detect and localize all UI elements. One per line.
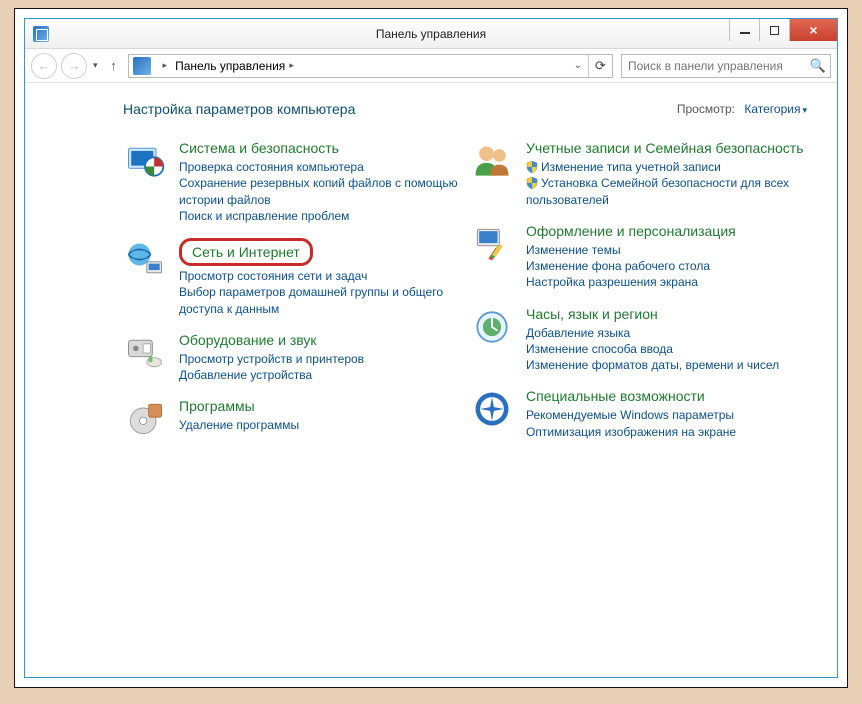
up-button[interactable]: ↑ (104, 56, 124, 76)
minimize-button[interactable] (729, 19, 759, 41)
category-system-title[interactable]: Система и безопасность (179, 139, 339, 157)
category-hardware-title[interactable]: Оборудование и звук (179, 331, 317, 349)
link-clock-2[interactable]: Изменение форматов даты, времени и чисел (526, 357, 807, 373)
search-icon[interactable]: 🔍 (806, 58, 830, 74)
link-ease-0[interactable]: Рекомендуемые Windows параметры (526, 407, 807, 423)
link-system-2[interactable]: Поиск и исправление проблем (179, 208, 460, 224)
link-programs-0[interactable]: Удаление программы (179, 417, 460, 433)
programs-icon (123, 397, 167, 441)
network-icon (123, 238, 167, 282)
link-network-1[interactable]: Выбор параметров домашней группы и общег… (179, 284, 460, 316)
category-clock: Часы, язык и регион Добавление языка Изм… (470, 305, 807, 374)
navbar: ← → ▾ ↑ ▸ Панель управления▸ ⌄ ⟳ 🔍 (25, 49, 837, 83)
app-icon (33, 26, 49, 42)
hardware-icon (123, 331, 167, 375)
category-ease-title[interactable]: Специальные возможности (526, 387, 705, 405)
window-title: Панель управления (376, 27, 486, 41)
titlebar: Панель управления × (25, 19, 837, 49)
category-network: Сеть и Интернет Просмотр состояния сети … (123, 238, 460, 317)
system-icon (123, 139, 167, 183)
category-system: Система и безопасность Проверка состояни… (123, 139, 460, 224)
address-bar[interactable]: ▸ Панель управления▸ ⌄ ⟳ (128, 54, 613, 78)
category-ease: Специальные возможности Рекомендуемые Wi… (470, 387, 807, 440)
link-clock-1[interactable]: Изменение способа ввода (526, 341, 807, 357)
refresh-button[interactable]: ⟳ (588, 55, 612, 77)
page-heading: Настройка параметров компьютера (123, 101, 355, 117)
link-clock-0[interactable]: Добавление языка (526, 325, 807, 341)
search-input[interactable] (622, 59, 806, 73)
forward-button[interactable]: → (61, 53, 87, 79)
maximize-button[interactable] (759, 19, 789, 41)
category-hardware: Оборудование и звук Просмотр устройств и… (123, 331, 460, 384)
link-appearance-0[interactable]: Изменение темы (526, 242, 807, 258)
address-dropdown[interactable]: ⌄ (568, 60, 588, 71)
ease-icon (470, 387, 514, 431)
search-box[interactable]: 🔍 (621, 54, 831, 78)
link-hardware-1[interactable]: Добавление устройства (179, 367, 460, 383)
back-button[interactable]: ← (31, 53, 57, 79)
category-appearance-title[interactable]: Оформление и персонализация (526, 222, 736, 240)
clock-icon (470, 305, 514, 349)
shield-icon (526, 177, 538, 189)
view-by-dropdown[interactable]: Категория▾ (744, 102, 807, 116)
content-area: Настройка параметров компьютера Просмотр… (25, 83, 837, 677)
users-icon (470, 139, 514, 183)
view-by: Просмотр: Категория▾ (677, 102, 807, 116)
category-programs: Программы Удаление программы (123, 397, 460, 441)
close-button[interactable]: × (789, 19, 837, 41)
link-users-0[interactable]: Изменение типа учетной записи (526, 159, 807, 175)
link-hardware-0[interactable]: Просмотр устройств и принтеров (179, 351, 460, 367)
category-users: Учетные записи и Семейная безопасность И… (470, 139, 807, 208)
link-system-1[interactable]: Сохранение резервных копий файлов с помо… (179, 175, 460, 207)
link-system-0[interactable]: Проверка состояния компьютера (179, 159, 460, 175)
control-panel-icon (133, 57, 151, 75)
category-users-title[interactable]: Учетные записи и Семейная безопасность (526, 139, 804, 157)
category-clock-title[interactable]: Часы, язык и регион (526, 305, 658, 323)
breadcrumb-chevron[interactable]: ▸ (155, 55, 172, 77)
shield-icon (526, 161, 538, 173)
link-appearance-2[interactable]: Настройка разрешения экрана (526, 274, 807, 290)
breadcrumb-root[interactable]: Панель управления▸ (171, 55, 298, 77)
category-network-title[interactable]: Сеть и Интернет (179, 238, 313, 266)
category-programs-title[interactable]: Программы (179, 397, 255, 415)
link-ease-1[interactable]: Оптимизация изображения на экране (526, 424, 807, 440)
appearance-icon (470, 222, 514, 266)
control-panel-window: Панель управления × ← → ▾ ↑ ▸ Панель упр… (24, 18, 838, 678)
link-appearance-1[interactable]: Изменение фона рабочего стола (526, 258, 807, 274)
link-network-0[interactable]: Просмотр состояния сети и задач (179, 268, 460, 284)
category-appearance: Оформление и персонализация Изменение те… (470, 222, 807, 291)
link-users-1[interactable]: Установка Семейной безопасности для всех… (526, 175, 807, 207)
history-dropdown[interactable]: ▾ (91, 60, 100, 71)
